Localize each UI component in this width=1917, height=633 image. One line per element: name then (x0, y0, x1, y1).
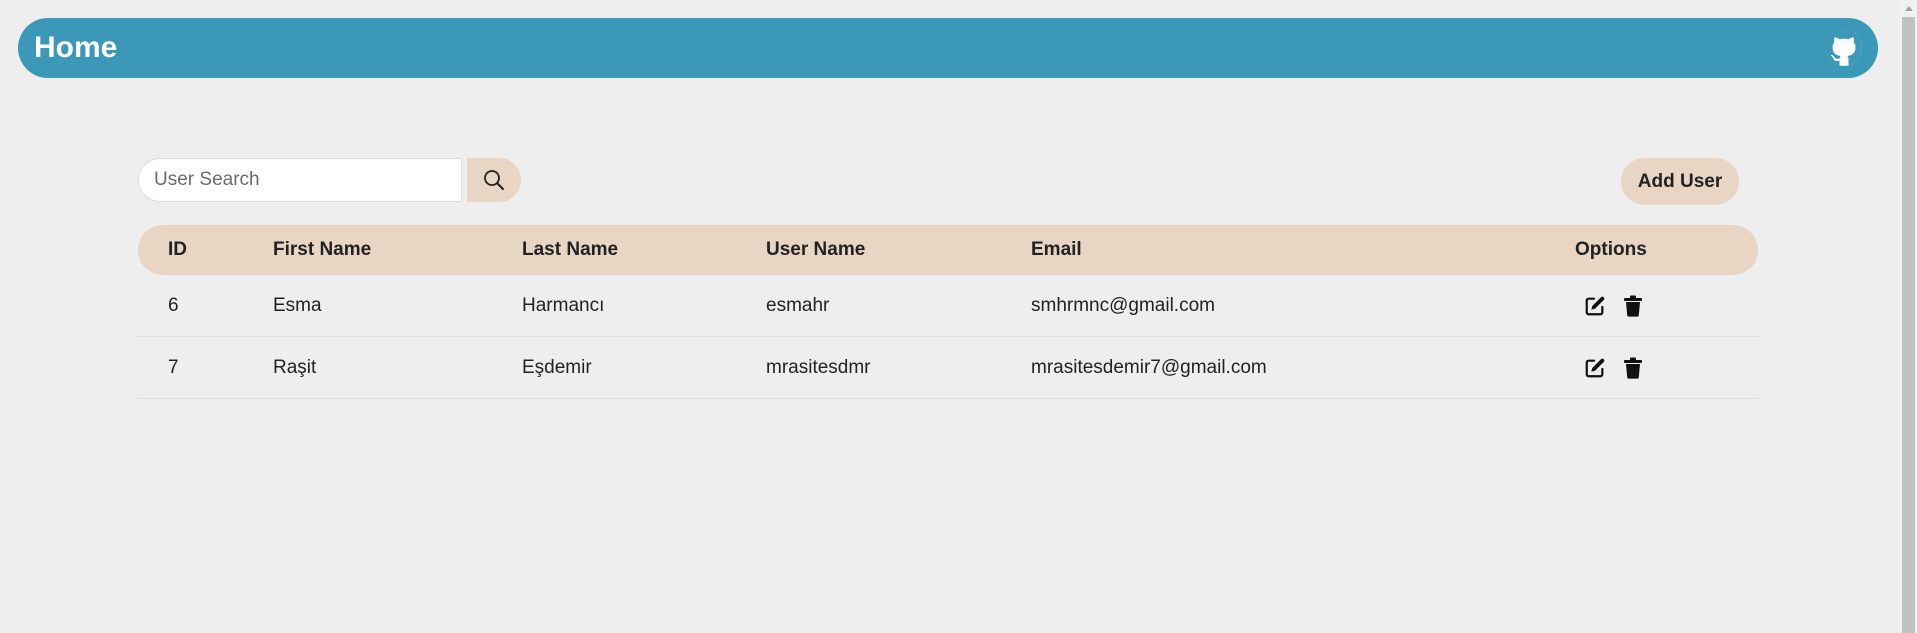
column-header-email: Email (1031, 239, 1082, 260)
cell-user-name: mrasitesdmr (766, 357, 871, 378)
cell-id: 6 (168, 295, 179, 316)
row-options (1584, 275, 1644, 336)
edit-icon[interactable] (1584, 357, 1606, 379)
cell-user-name: esmahr (766, 295, 830, 316)
table-row: 7 Raşit Eşdemir mrasitesdmr mrasitesdemi… (138, 337, 1758, 399)
top-navbar: Home (18, 18, 1878, 78)
row-options (1584, 337, 1644, 398)
column-header-first-name: First Name (273, 239, 372, 260)
column-header-user-name: User Name (766, 239, 866, 260)
trash-icon[interactable] (1622, 295, 1644, 317)
users-table: ID First Name Last Name User Name Email … (138, 225, 1758, 399)
trash-icon[interactable] (1622, 357, 1644, 379)
column-header-options: Options (1575, 239, 1647, 260)
cell-last-name: Eşdemir (522, 357, 592, 378)
vertical-scrollbar[interactable] (1900, 0, 1917, 633)
table-row: 6 Esma Harmancı esmahr smhrmnc@gmail.com (138, 275, 1758, 337)
table-header: ID First Name Last Name User Name Email … (138, 225, 1758, 275)
page-title[interactable]: Home (34, 31, 117, 65)
cell-first-name: Raşit (273, 357, 317, 378)
add-user-button[interactable]: Add User (1621, 158, 1739, 205)
scroll-up-arrow-icon[interactable] (1900, 0, 1917, 17)
column-header-id: ID (168, 239, 187, 260)
search-button[interactable] (467, 158, 521, 202)
scrollbar-thumb[interactable] (1902, 17, 1915, 633)
search-icon (482, 168, 506, 192)
cell-last-name: Harmancı (522, 295, 605, 316)
cell-email: smhrmnc@gmail.com (1031, 295, 1215, 316)
cell-email: mrasitesdemir7@gmail.com (1031, 357, 1267, 378)
cell-id: 7 (168, 357, 179, 378)
github-icon[interactable] (1826, 30, 1862, 66)
edit-icon[interactable] (1584, 295, 1606, 317)
cell-first-name: Esma (273, 295, 322, 316)
column-header-last-name: Last Name (522, 239, 619, 260)
search-input[interactable] (138, 158, 462, 202)
user-search-bar (138, 158, 521, 202)
page: Home Add User ID First Name Last Name Us… (0, 0, 1917, 633)
